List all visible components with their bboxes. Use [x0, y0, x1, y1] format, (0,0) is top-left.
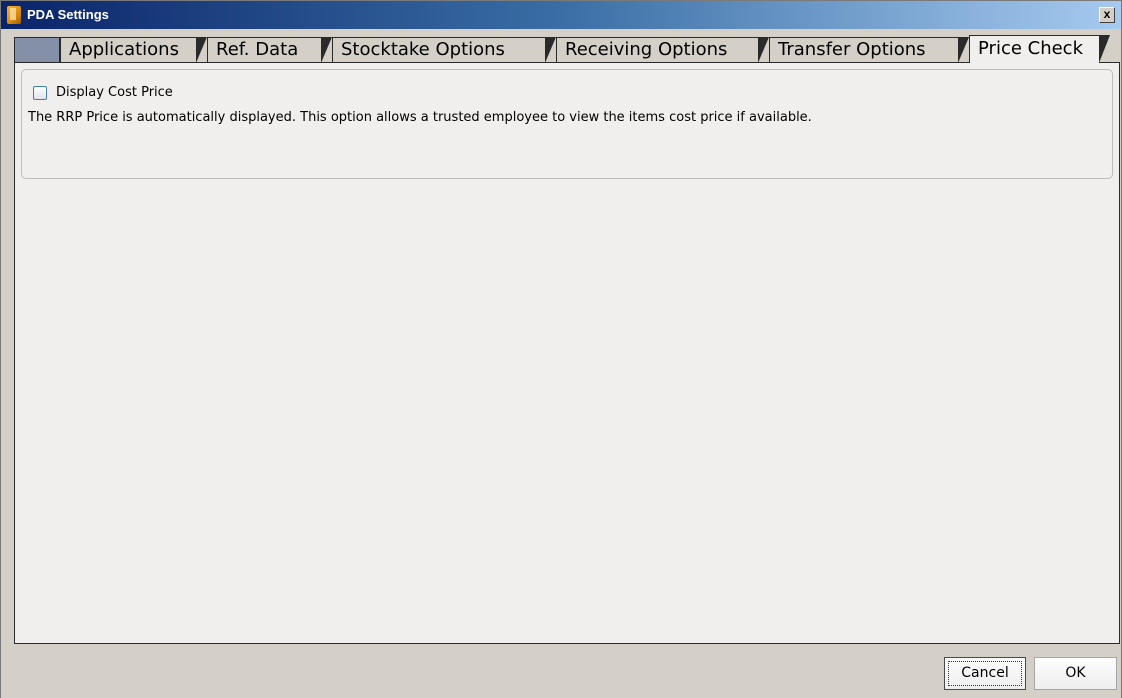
pda-settings-window: PDA Settings x Applications Ref. Data St…: [0, 0, 1122, 698]
title-bar[interactable]: PDA Settings x: [1, 1, 1121, 29]
price-check-description: The RRP Price is automatically displayed…: [28, 110, 812, 125]
tab-strip: Applications Ref. Data Stocktake Options…: [14, 35, 1119, 63]
cancel-button[interactable]: Cancel: [944, 657, 1026, 690]
price-check-group: Display Cost Price The RRP Price is auto…: [21, 69, 1113, 179]
display-cost-price-checkbox[interactable]: [33, 86, 47, 100]
close-button[interactable]: x: [1099, 7, 1115, 23]
price-check-panel: Display Cost Price The RRP Price is auto…: [14, 62, 1120, 644]
tab-stocktake-options[interactable]: Stocktake Options: [332, 37, 556, 63]
ok-button[interactable]: OK: [1034, 657, 1117, 690]
app-icon: [7, 6, 21, 24]
tab-applications[interactable]: Applications: [60, 37, 207, 63]
tab-strip-lead: [14, 37, 60, 62]
tab-receiving-options[interactable]: Receiving Options: [556, 37, 769, 63]
tab-price-check[interactable]: Price Check: [969, 35, 1110, 63]
display-cost-price-label[interactable]: Display Cost Price: [56, 85, 173, 100]
tab-ref-data[interactable]: Ref. Data: [207, 37, 332, 63]
window-title: PDA Settings: [27, 7, 109, 22]
tab-transfer-options[interactable]: Transfer Options: [769, 37, 969, 63]
